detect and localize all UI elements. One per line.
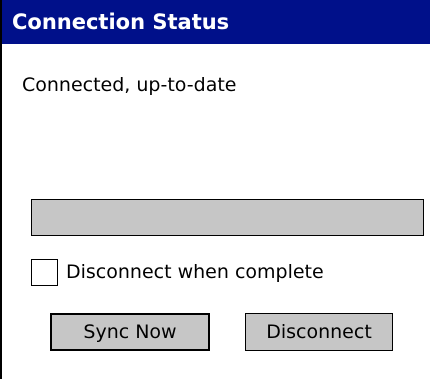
disconnect-button[interactable]: Disconnect bbox=[245, 313, 393, 351]
connection-status-window: Connection Status Connected, up-to-date … bbox=[0, 0, 430, 379]
connection-status-text: Connected, up-to-date bbox=[22, 74, 237, 96]
disconnect-when-complete-checkbox[interactable] bbox=[31, 258, 58, 286]
sync-progress-bar bbox=[31, 199, 424, 236]
disconnect-when-complete-label[interactable]: Disconnect when complete bbox=[66, 261, 324, 283]
disconnect-when-complete-option[interactable]: Disconnect when complete bbox=[31, 258, 324, 286]
sync-now-button[interactable]: Sync Now bbox=[50, 313, 210, 351]
window-title: Connection Status bbox=[2, 0, 430, 44]
